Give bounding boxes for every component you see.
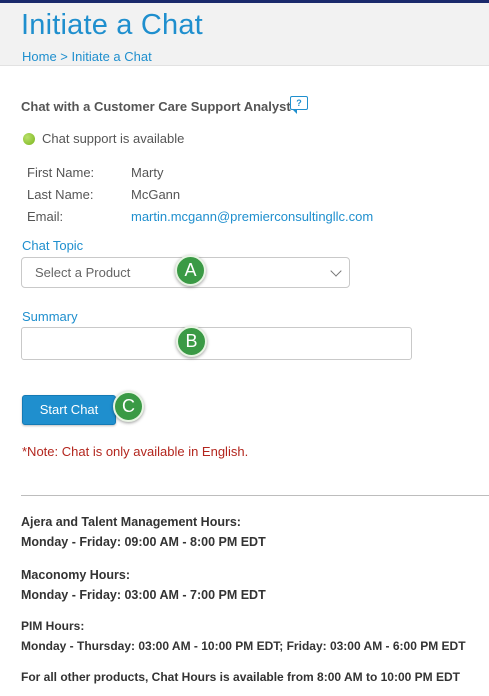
callout-a: A	[175, 255, 206, 286]
hours-title: PIM Hours:	[21, 619, 85, 633]
hours-schedule: Monday - Friday: 03:00 AM - 7:00 PM EDT	[21, 588, 266, 602]
callout-b: B	[176, 326, 207, 357]
summary-input[interactable]	[21, 327, 412, 360]
hours-title: Ajera and Talent Management Hours:	[21, 515, 241, 529]
chat-topic-label: Chat Topic	[22, 238, 84, 253]
page-header: Initiate a Chat Home > Initiate a Chat	[0, 3, 489, 66]
breadcrumb: Home > Initiate a Chat	[22, 49, 152, 64]
other-products-hours: For all other products, Chat Hours is av…	[21, 670, 460, 684]
hours-title: Maconomy Hours:	[21, 568, 131, 582]
breadcrumb-home-link[interactable]: Home	[22, 49, 57, 64]
hours-schedule: Monday - Friday: 09:00 AM - 8:00 PM EDT	[21, 535, 266, 549]
callout-c: C	[113, 391, 144, 422]
breadcrumb-separator: >	[56, 49, 72, 64]
page-title: Initiate a Chat	[21, 9, 203, 41]
chat-help-icon[interactable]: ?	[290, 96, 308, 114]
chat-topic-selected-value: Select a Product	[35, 265, 131, 280]
chat-section-heading: Chat with a Customer Care Support Analys…	[21, 99, 291, 114]
last-name-value: McGann	[131, 187, 181, 202]
hours-block-pim: PIM Hours: Monday - Thursday: 03:00 AM -…	[21, 616, 466, 656]
hours-schedule: Monday - Thursday: 03:00 AM - 10:00 PM E…	[21, 639, 466, 653]
first-name-label: First Name:	[27, 165, 95, 180]
summary-label: Summary	[22, 309, 78, 324]
english-only-note: *Note: Chat is only available in English…	[22, 444, 249, 459]
chat-status-text: Chat support is available	[42, 131, 185, 146]
hours-block-maconomy: Maconomy Hours: Monday - Friday: 03:00 A…	[21, 565, 266, 605]
section-divider	[21, 495, 489, 496]
email-label: Email:	[27, 209, 64, 224]
breadcrumb-current-link[interactable]: Initiate a Chat	[72, 49, 152, 64]
chevron-down-icon	[330, 265, 342, 277]
first-name-value: Marty	[131, 165, 164, 180]
hours-block-ajera: Ajera and Talent Management Hours: Monda…	[21, 512, 266, 552]
last-name-label: Last Name:	[27, 187, 94, 202]
status-available-icon	[23, 133, 35, 145]
email-value: martin.mcgann@premierconsultingllc.com	[131, 209, 374, 224]
start-chat-button[interactable]: Start Chat	[22, 395, 116, 425]
